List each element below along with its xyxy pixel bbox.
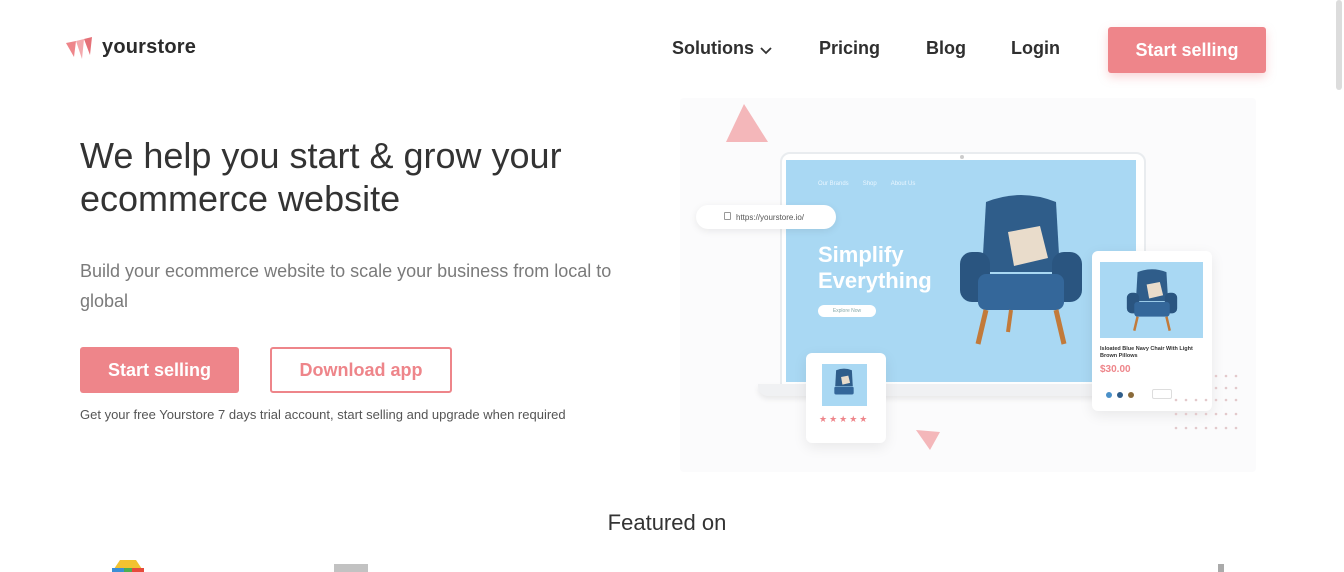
logo-mark-icon	[66, 36, 94, 59]
download-app-button[interactable]: Download app	[270, 347, 452, 393]
url-text: https://yourstore.io/	[736, 212, 805, 222]
screen-headline-line1: Simplify	[818, 242, 904, 267]
armchair-image-icon	[960, 195, 1082, 345]
featured-logo-3-icon	[1218, 564, 1224, 572]
lock-icon	[724, 212, 731, 220]
product-chair-icon	[1126, 269, 1178, 331]
product-name: Isloated Blue Navy Chair With Light Brow…	[1100, 346, 1193, 359]
featured-logo-2-icon	[334, 564, 368, 572]
brand-name: yourstore	[102, 36, 197, 58]
hero-subtitle: Build your ecommerce website to scale yo…	[80, 261, 612, 311]
quantity-select	[1152, 389, 1172, 399]
triangle-decoration-small-icon	[916, 430, 940, 450]
brand-logo[interactable]: yourstore	[66, 36, 196, 59]
mini-nav-item: About Us	[890, 181, 916, 187]
featured-logo-1-icon	[112, 560, 144, 572]
url-bar: https://yourstore.io/	[696, 205, 836, 229]
color-swatches-icon	[1106, 392, 1134, 398]
scrollbar-thumb[interactable]	[1336, 0, 1342, 90]
laptop-camera	[960, 155, 964, 159]
screen-mini-nav: Our Brands Shop About Us	[818, 181, 915, 187]
rating-stars: ★★★★★	[819, 414, 870, 424]
nav-blog[interactable]: Blog	[926, 38, 966, 59]
mini-nav-item: Shop	[862, 181, 877, 187]
product-price: $30.00	[1100, 364, 1131, 375]
review-chair-icon	[834, 368, 854, 395]
nav-pricing[interactable]: Pricing	[819, 38, 880, 59]
nav-solutions-label: Solutions	[672, 38, 754, 58]
chevron-down-icon	[760, 39, 772, 60]
trial-note: Get your free Yourstore 7 days trial acc…	[80, 407, 566, 422]
nav-login[interactable]: Login	[1011, 38, 1060, 59]
hero-title: We help you start & grow your ecommerce …	[80, 135, 562, 219]
header-start-selling-button[interactable]: Start selling	[1108, 27, 1266, 73]
screen-headline: Simplify Everything	[818, 242, 932, 294]
start-selling-button[interactable]: Start selling	[80, 347, 239, 393]
dot-pattern-icon	[1174, 374, 1238, 430]
nav-solutions[interactable]: Solutions	[672, 38, 772, 60]
screen-headline-line2: Everything	[818, 268, 932, 293]
triangle-decoration-icon	[726, 104, 768, 142]
featured-title: Featured on	[607, 510, 727, 535]
screen-explore-button: Explore Now	[818, 305, 876, 317]
mini-nav-item: Our Brands	[818, 181, 849, 187]
